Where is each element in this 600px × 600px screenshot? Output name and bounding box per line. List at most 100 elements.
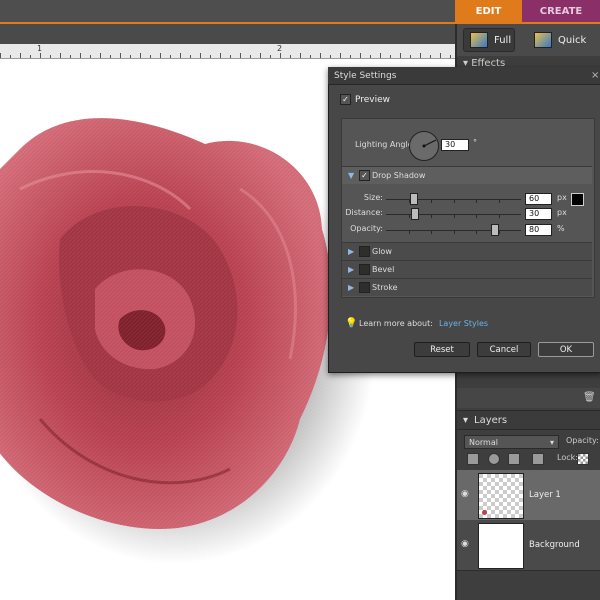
delete-layer-icon[interactable] — [508, 453, 520, 465]
ruler-tick — [210, 55, 211, 58]
collapse-triangle-icon: ▾ — [463, 414, 469, 426]
ruler-tick — [120, 53, 121, 58]
ruler-tick — [30, 55, 31, 58]
distance-slider-thumb[interactable] — [411, 208, 420, 220]
ruler-tick — [50, 55, 51, 58]
distance-label: Distance: — [345, 208, 383, 217]
opacity-input[interactable]: 80 — [525, 224, 552, 236]
ruler-tick — [40, 53, 41, 58]
eye-icon[interactable]: ◉ — [461, 489, 473, 499]
layer-row[interactable]: ◉ Background — [457, 520, 600, 571]
lock-label: Lock: — [557, 453, 578, 462]
ruler-tick — [80, 53, 81, 58]
slider-tick — [431, 215, 432, 218]
ruler-tick — [390, 55, 391, 58]
ruler-tick — [250, 55, 251, 58]
glow-checkbox[interactable] — [359, 246, 370, 257]
size-unit: px — [557, 193, 567, 202]
ruler-tick — [300, 53, 301, 58]
ok-button[interactable]: OK — [538, 342, 594, 357]
ruler-tick — [290, 55, 291, 58]
layers-panel-header[interactable]: ▾ Layers — [457, 410, 600, 430]
slider-tick — [476, 215, 477, 218]
lock-transparency-icon[interactable] — [577, 453, 589, 465]
preview-toggle[interactable]: ✓ Preview — [340, 94, 390, 105]
new-layer-icon[interactable] — [467, 453, 479, 465]
close-icon[interactable]: × — [591, 70, 599, 81]
trash-icon[interactable]: 🗑 — [583, 392, 596, 403]
layer-name: Layer 1 — [529, 490, 561, 500]
preview-checkbox[interactable]: ✓ — [340, 94, 351, 105]
distance-slider-track[interactable] — [386, 214, 521, 218]
layer-opacity-label: Opacity: — [566, 436, 599, 445]
blend-mode-select[interactable]: Normal ▾ — [464, 435, 559, 449]
blend-mode-value: Normal — [469, 437, 498, 447]
ruler-tick — [10, 55, 11, 58]
size-input[interactable]: 60 — [525, 193, 552, 205]
ruler-tick — [420, 53, 421, 58]
chevron-down-icon[interactable]: ▼ — [348, 171, 354, 180]
bevel-section[interactable]: ▶ Bevel — [342, 260, 592, 278]
ruler-tick — [100, 53, 101, 58]
size-slider-thumb[interactable] — [410, 193, 418, 205]
drop-shadow-section[interactable]: ▼ ✓ Drop Shadow — [342, 166, 592, 184]
preview-label: Preview — [355, 94, 391, 105]
edit-tab[interactable]: EDIT — [455, 0, 522, 22]
chevron-right-icon[interactable]: ▶ — [348, 247, 354, 256]
ruler-tick — [70, 55, 71, 58]
ruler-tick — [320, 53, 321, 58]
ruler-tick — [150, 55, 151, 58]
full-mode-button[interactable]: Full — [463, 28, 515, 52]
ruler-tick — [260, 53, 261, 58]
distance-input[interactable]: 30 — [525, 208, 552, 220]
chevron-right-icon[interactable]: ▶ — [348, 283, 354, 292]
ruler-tick — [170, 55, 171, 58]
shadow-color-swatch[interactable] — [571, 193, 584, 206]
glow-section[interactable]: ▶ Glow — [342, 242, 592, 260]
layers-title: Layers — [474, 414, 508, 426]
slider-tick — [498, 200, 500, 203]
horizontal-ruler[interactable]: 1 2 — [0, 44, 455, 59]
slider-tick — [408, 231, 410, 234]
adjustment-layer-icon[interactable] — [488, 453, 500, 465]
size-slider-track[interactable] — [386, 199, 521, 203]
chevron-right-icon[interactable]: ▶ — [348, 265, 354, 274]
cancel-button[interactable]: Cancel — [477, 342, 531, 357]
ruler-mark: 1 — [37, 44, 43, 53]
slider-tick — [453, 231, 455, 234]
learn-more-row: 💡 Learn more about: Layer Styles — [345, 318, 488, 329]
document-tab-strip — [0, 24, 455, 44]
size-label: Size: — [363, 193, 383, 202]
slider-tick — [453, 215, 455, 218]
quick-mode-label: Quick — [558, 34, 587, 46]
drop-shadow-checkbox[interactable]: ✓ — [359, 170, 370, 181]
layer-row[interactable]: ◉ Layer 1 — [457, 470, 600, 521]
create-tab[interactable]: CREATE — [522, 0, 600, 22]
ruler-tick — [0, 53, 1, 58]
ruler-tick — [350, 55, 351, 58]
ruler-tick — [400, 53, 401, 58]
ruler-tick — [410, 55, 411, 58]
quick-mode-button[interactable]: Quick — [530, 28, 600, 52]
bevel-checkbox[interactable] — [359, 264, 370, 275]
layer-styles-link[interactable]: Layer Styles — [439, 319, 488, 328]
slider-tick — [476, 231, 477, 234]
lightbulb-icon: 💡 — [345, 318, 358, 329]
dialog-title[interactable]: Style Settings — [328, 67, 600, 85]
degree-unit: ° — [473, 138, 477, 147]
ruler-tick — [190, 55, 191, 58]
lighting-angle-dial[interactable] — [409, 131, 439, 161]
photo-edit-icon — [470, 32, 488, 48]
stroke-section[interactable]: ▶ Stroke — [342, 278, 592, 296]
reset-button[interactable]: Reset — [414, 342, 470, 357]
opacity-slider-thumb[interactable] — [491, 224, 499, 236]
quick-edit-icon — [534, 32, 552, 48]
layer-name: Background — [529, 540, 580, 550]
link-layer-icon[interactable] — [532, 453, 544, 465]
lighting-angle-input[interactable]: 30 — [441, 139, 469, 151]
stroke-label: Stroke — [372, 283, 398, 292]
stroke-checkbox[interactable] — [359, 282, 370, 293]
full-mode-label: Full — [494, 34, 512, 46]
eye-icon[interactable]: ◉ — [461, 539, 473, 549]
opacity-slider-track[interactable] — [386, 230, 521, 234]
